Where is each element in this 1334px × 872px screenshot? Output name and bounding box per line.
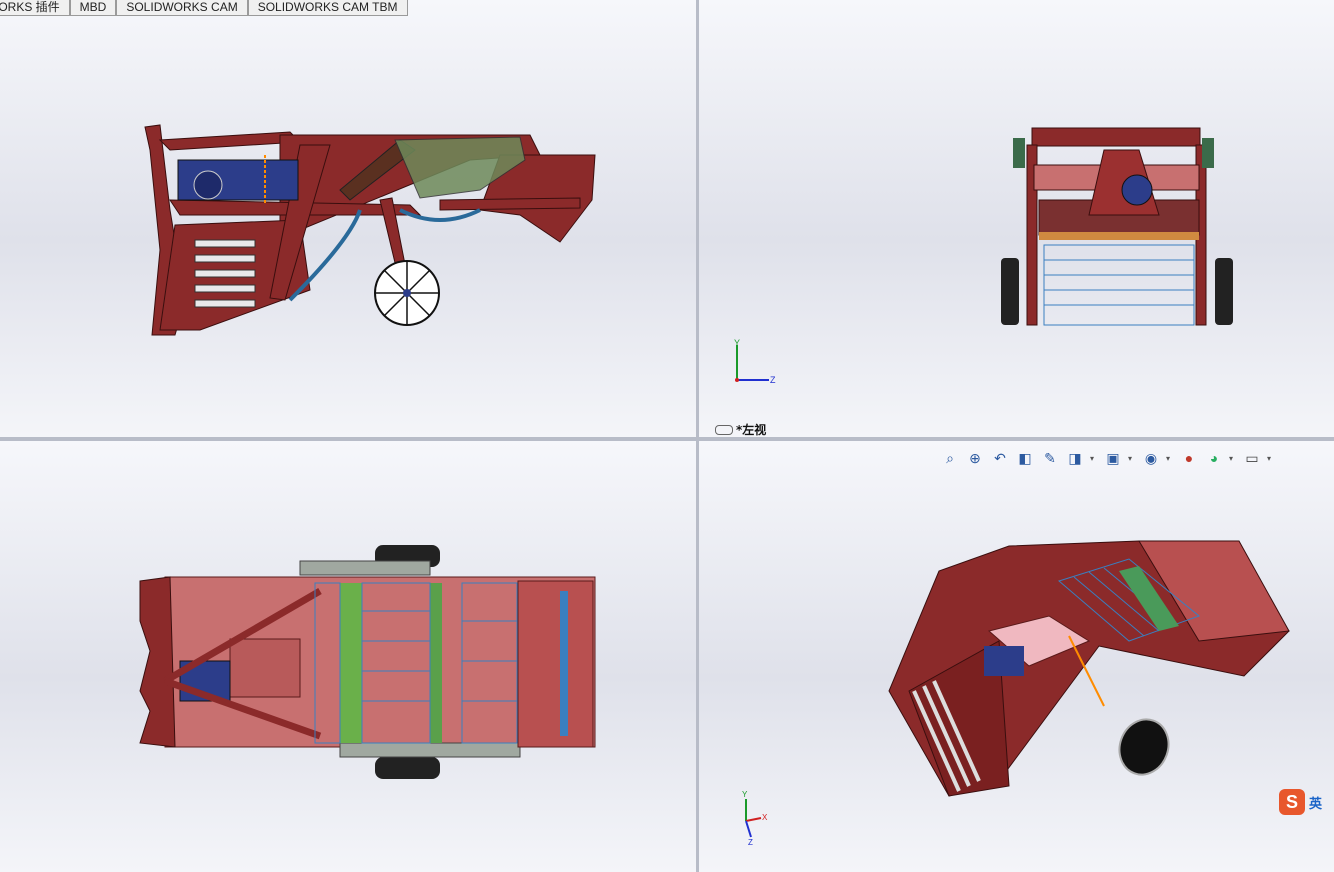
model-front-view [144, 124, 596, 336]
viewport-front[interactable] [0, 0, 696, 437]
tab-plugins[interactable]: WORKS 插件 [0, 0, 70, 16]
triad-z-label: Z [770, 375, 776, 385]
triad-y-label: Y [734, 338, 741, 348]
ime-indicator[interactable]: S 英 [1279, 787, 1334, 817]
tab-solidworks-cam-tbm[interactable]: SOLIDWORKS CAM TBM [247, 0, 408, 16]
view-triad-iso [745, 799, 762, 838]
triad-x-label: X [762, 813, 768, 822]
triad-y-label: Y [742, 790, 748, 799]
tab-mbd[interactable]: MBD [69, 0, 117, 16]
viewport-top[interactable] [0, 441, 696, 872]
view-orientation-label: *左视 [715, 421, 766, 437]
link-view-icon [715, 424, 733, 435]
viewport-splitter-horizontal[interactable] [0, 437, 1334, 441]
viewport-splitter-vertical[interactable] [696, 0, 699, 872]
command-manager-tabs: WORKS 插件 MBD SOLIDWORKS CAM SOLIDWORKS C… [0, 0, 408, 16]
viewport-isometric[interactable]: ⌕ ⊕ ↶ ◧ ✎ ◨ ▾ ▣ ▾ ◉ ▾ ● ◕ ▾ ▭ ▾ Y X Z S … [699, 441, 1334, 872]
viewport-left[interactable]: Y Z *左视 [699, 0, 1334, 437]
view-name: *左视 [736, 423, 767, 437]
ime-mode: 英 [1309, 796, 1323, 812]
view-triad [735, 345, 769, 382]
triad-z-label: Z [748, 838, 753, 847]
sogou-logo-icon: S [1279, 789, 1305, 815]
tab-solidworks-cam[interactable]: SOLIDWORKS CAM [116, 0, 248, 16]
model-top-view [139, 545, 596, 779]
